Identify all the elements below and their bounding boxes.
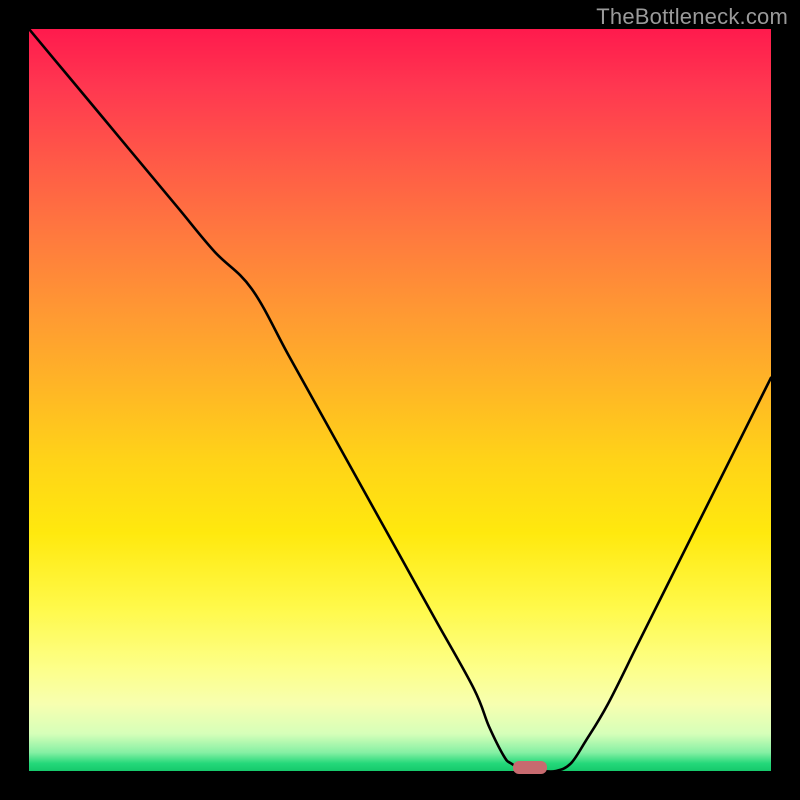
gradient-plot-area (29, 29, 771, 771)
chart-frame: TheBottleneck.com (0, 0, 800, 800)
watermark-text: TheBottleneck.com (596, 4, 788, 30)
